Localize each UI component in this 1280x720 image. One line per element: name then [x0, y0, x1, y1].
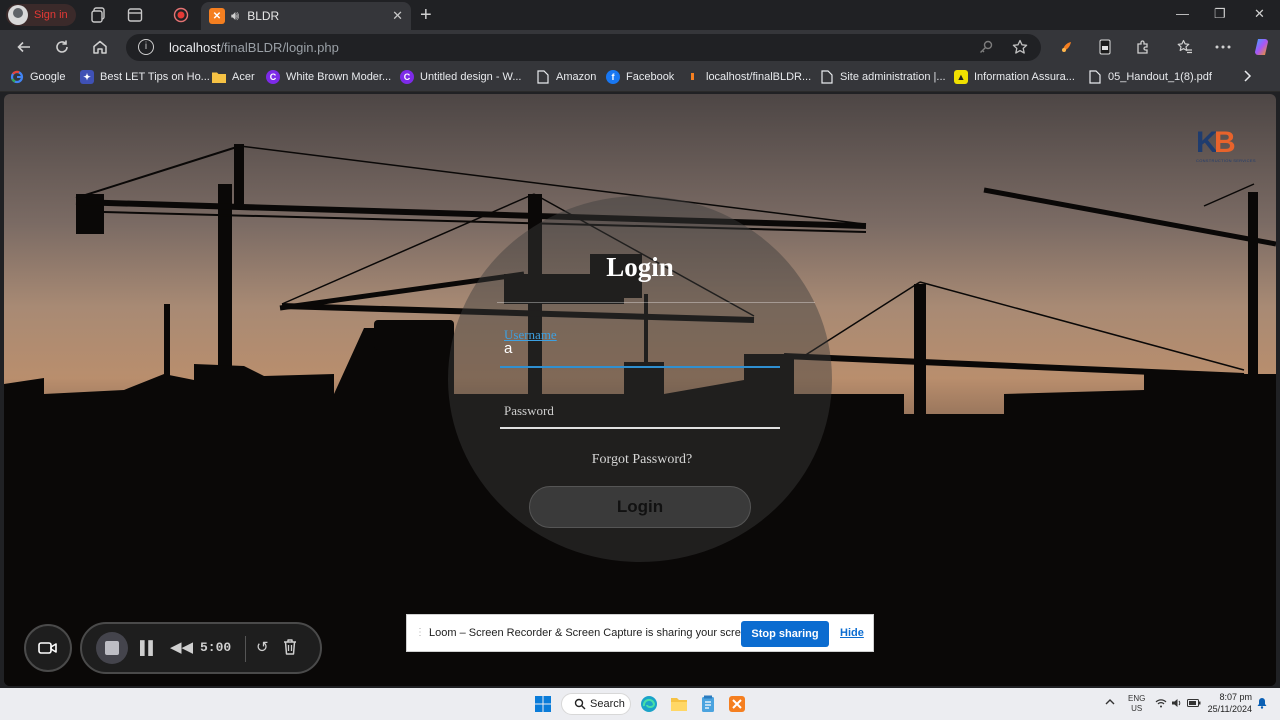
xampp-taskbar-icon[interactable] [727, 694, 747, 714]
canva-icon: C [400, 70, 414, 84]
login-button[interactable]: Login [529, 486, 751, 528]
bookmark-information-assurance[interactable]: ▲ Information Assura... [954, 70, 1075, 84]
rewind-icon[interactable]: ◀◀ [170, 638, 193, 656]
screen-sharing-bar: ⋮⋮ Loom – Screen Recorder & Screen Captu… [406, 614, 874, 652]
page-icon [536, 70, 550, 84]
pause-icon[interactable]: ▌▌ [140, 640, 157, 655]
canva-icon: C [266, 70, 280, 84]
bookmark-google[interactable]: Google [10, 70, 65, 84]
site-info-icon[interactable]: i [138, 39, 154, 55]
stop-icon [105, 641, 119, 655]
notification-bell-icon[interactable] [1257, 697, 1267, 712]
bookmark-site-administration[interactable]: Site administration |... [820, 70, 946, 84]
windows-start-icon[interactable] [533, 694, 553, 714]
username-underline [500, 366, 780, 368]
chevron-right-icon[interactable] [1242, 70, 1252, 82]
extensions-puzzle-icon[interactable] [1134, 38, 1152, 56]
refresh-icon[interactable] [52, 37, 72, 57]
company-logo: K B CONSTRUCTION SERVICES [1196, 126, 1256, 164]
close-window-icon[interactable]: ✕ [1254, 6, 1265, 22]
workspaces-icon[interactable] [90, 6, 108, 24]
tab-bldr[interactable]: ✕ 🔊︎ BLDR ✕ [201, 2, 411, 30]
bookmark-white-brown-modern[interactable]: C White Brown Moder... [266, 70, 391, 84]
key-icon[interactable] [978, 39, 994, 58]
system-clock[interactable]: 8:07 pm 25/11/2024 [1204, 691, 1252, 715]
hide-link[interactable]: Hide [840, 627, 864, 639]
password-input[interactable] [504, 400, 774, 417]
username-field[interactable]: Username [500, 326, 780, 370]
new-tab-icon[interactable]: + [420, 4, 432, 27]
divider [245, 636, 246, 662]
minimize-icon[interactable]: — [1176, 6, 1189, 21]
battery-icon[interactable] [1187, 698, 1201, 711]
file-explorer-icon[interactable] [669, 694, 689, 714]
page-icon [820, 70, 834, 84]
copilot-icon[interactable] [1252, 37, 1272, 57]
stop-recording-button[interactable] [96, 632, 128, 664]
bookmark-acer[interactable]: Acer [212, 70, 255, 84]
camera-icon [38, 642, 57, 654]
bookmark-untitled-design[interactable]: C Untitled design - W... [400, 70, 522, 84]
favorite-star-icon[interactable] [1012, 39, 1028, 58]
xampp-icon: ✕ [209, 8, 225, 24]
notepad-icon[interactable] [698, 694, 718, 714]
back-icon[interactable] [14, 37, 34, 57]
sharing-message: Loom – Screen Recorder & Screen Capture … [429, 627, 757, 639]
search-icon [574, 698, 586, 710]
site-icon: ▲ [954, 70, 968, 84]
taskbar-search[interactable]: Search [561, 693, 631, 715]
url-text: localhost/finalBLDR/login.php [169, 40, 339, 55]
tab-strip: Sign in ✕ 🔊︎ BLDR ✕ + — ❐ ✕ [0, 0, 1280, 30]
edge-icon[interactable] [639, 694, 659, 714]
login-heading: Login [606, 252, 674, 282]
wifi-icon[interactable] [1155, 698, 1167, 711]
site-icon: ✦ [80, 70, 94, 84]
bookmark-facebook[interactable]: f Facebook [606, 70, 674, 84]
tab-actions-icon[interactable] [126, 6, 144, 24]
password-underline [500, 427, 780, 429]
address-bar[interactable]: i localhost/finalBLDR/login.php [126, 34, 1041, 61]
extension-sd-icon[interactable] [1096, 38, 1114, 56]
recording-timer: 5:00 [200, 640, 232, 655]
restart-icon[interactable]: ↺ [256, 638, 269, 656]
forgot-password-link[interactable]: Forgot Password? [4, 452, 1276, 468]
chevron-up-icon[interactable] [1105, 697, 1115, 709]
folder-icon [212, 70, 226, 84]
speaker-icon[interactable]: 🔊︎ [231, 8, 239, 24]
language-indicator[interactable]: ENG US [1128, 694, 1145, 714]
sign-in-label: Sign in [34, 9, 68, 21]
xampp-icon [686, 70, 700, 84]
divider [497, 302, 815, 303]
profile-button[interactable]: Sign in [6, 4, 76, 26]
recording-tab-icon[interactable] [172, 6, 190, 24]
favorites-icon[interactable] [1176, 38, 1194, 56]
page-viewport: K B CONSTRUCTION SERVICES Login Username… [4, 94, 1276, 686]
close-tab-icon[interactable]: ✕ [392, 8, 403, 24]
password-field[interactable]: Password [500, 394, 780, 430]
loom-camera-button[interactable] [24, 624, 72, 672]
avatar [8, 5, 28, 25]
extension-orange-icon[interactable] [1058, 38, 1076, 56]
bookmark-amazon[interactable]: Amazon [536, 70, 596, 84]
google-icon [10, 70, 24, 84]
trash-icon[interactable] [282, 638, 298, 656]
bookmark-handout-pdf[interactable]: 05_Handout_1(8).pdf [1088, 70, 1212, 84]
stop-sharing-button[interactable]: Stop sharing [741, 621, 829, 647]
facebook-icon: f [606, 70, 620, 84]
volume-icon[interactable] [1171, 698, 1183, 711]
bookmark-best-let-tips[interactable]: ✦ Best LET Tips on Ho... [80, 70, 210, 84]
bookmark-localhost-finalbldr[interactable]: localhost/finalBLDR... [686, 70, 811, 84]
username-input[interactable] [504, 340, 774, 357]
maximize-icon[interactable]: ❐ [1214, 6, 1226, 22]
more-menu-icon[interactable] [1214, 38, 1232, 56]
bookmarks-bar: Google ✦ Best LET Tips on Ho... Acer C Whi… [0, 64, 1280, 92]
page-icon [1088, 70, 1102, 84]
home-icon[interactable] [90, 37, 110, 57]
loom-recording-controls: ▌▌ ◀◀ 5:00 ↺ [80, 622, 322, 674]
navigation-bar: i localhost/finalBLDR/login.php [0, 30, 1280, 64]
tab-title: BLDR [247, 9, 280, 23]
windows-taskbar: Search ENG US 8:07 pm 25/11/2024 [0, 688, 1280, 720]
